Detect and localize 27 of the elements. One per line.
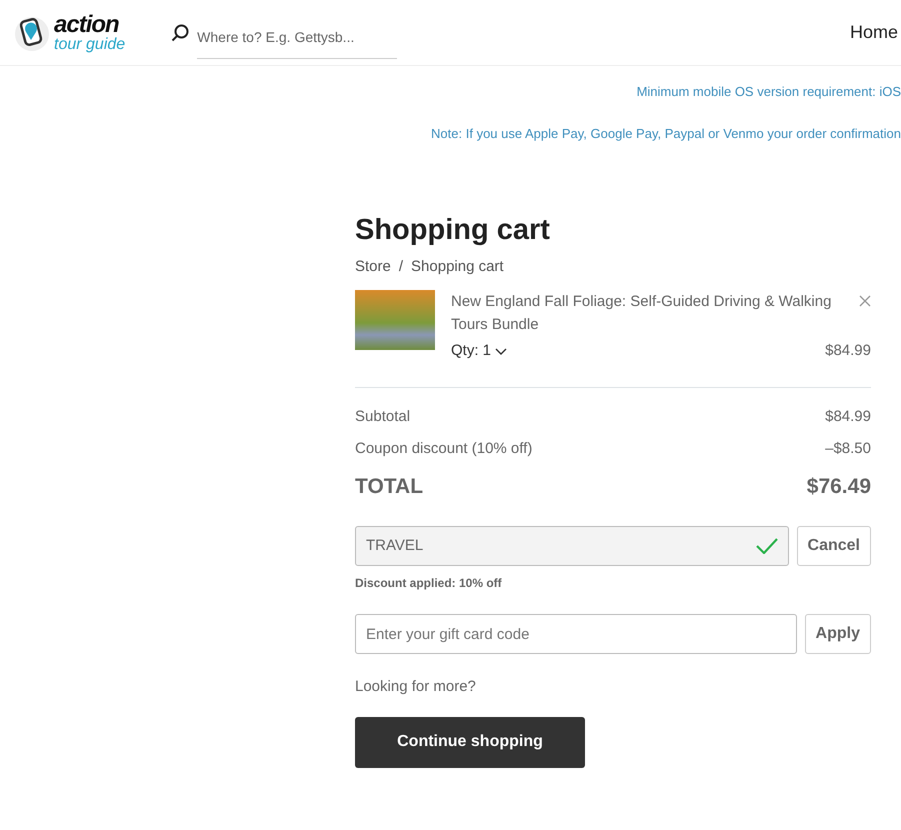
page-title: Shopping cart — [355, 213, 551, 248]
summary-value: $84.99 — [825, 406, 871, 427]
notice-text: Note: If you use Apple Pay, Google Pay, Paypal or Venmo your order confirmation — [431, 124, 901, 143]
helper-text: Looking for more? — [355, 677, 477, 698]
apply-button[interactable]: Apply — [804, 614, 871, 654]
gift-card-field[interactable]: Enter your gift card code — [355, 614, 797, 654]
close-icon[interactable] — [859, 295, 871, 308]
cancel-button[interactable]: Cancel — [796, 526, 871, 566]
product-name[interactable]: New England Fall Foliage: Self-Guided Driving & Walking Tours Bundle — [451, 290, 851, 336]
breadcrumb-link[interactable]: Store — [355, 256, 391, 278]
coupon-field[interactable]: TRAVEL — [355, 526, 789, 566]
summary-label: Subtotal — [355, 406, 410, 427]
summary-value: –$8.50 — [825, 439, 871, 460]
breadcrumb-separator: / — [398, 256, 404, 277]
notice-text: Minimum mobile OS version requirement: iOS — [636, 83, 901, 101]
total-value: $76.49 — [806, 474, 871, 500]
breadcrumb-current: Shopping cart — [411, 256, 504, 277]
caret-icon — [495, 348, 508, 356]
quantity-dropdown[interactable]: Qty: 1 — [451, 340, 508, 363]
continue-shopping-button[interactable]: Continue shopping — [355, 716, 585, 768]
search-icon — [171, 24, 190, 42]
item-price: $84.99 — [825, 341, 871, 362]
discount-message: Discount applied: 10% off — [355, 575, 503, 592]
total-label: TOTAL — [355, 474, 424, 500]
nav-link[interactable]: Home — [850, 19, 898, 46]
logo[interactable]: action tour guide — [14, 12, 126, 52]
summary-label: Coupon discount (10% off) — [355, 439, 532, 460]
